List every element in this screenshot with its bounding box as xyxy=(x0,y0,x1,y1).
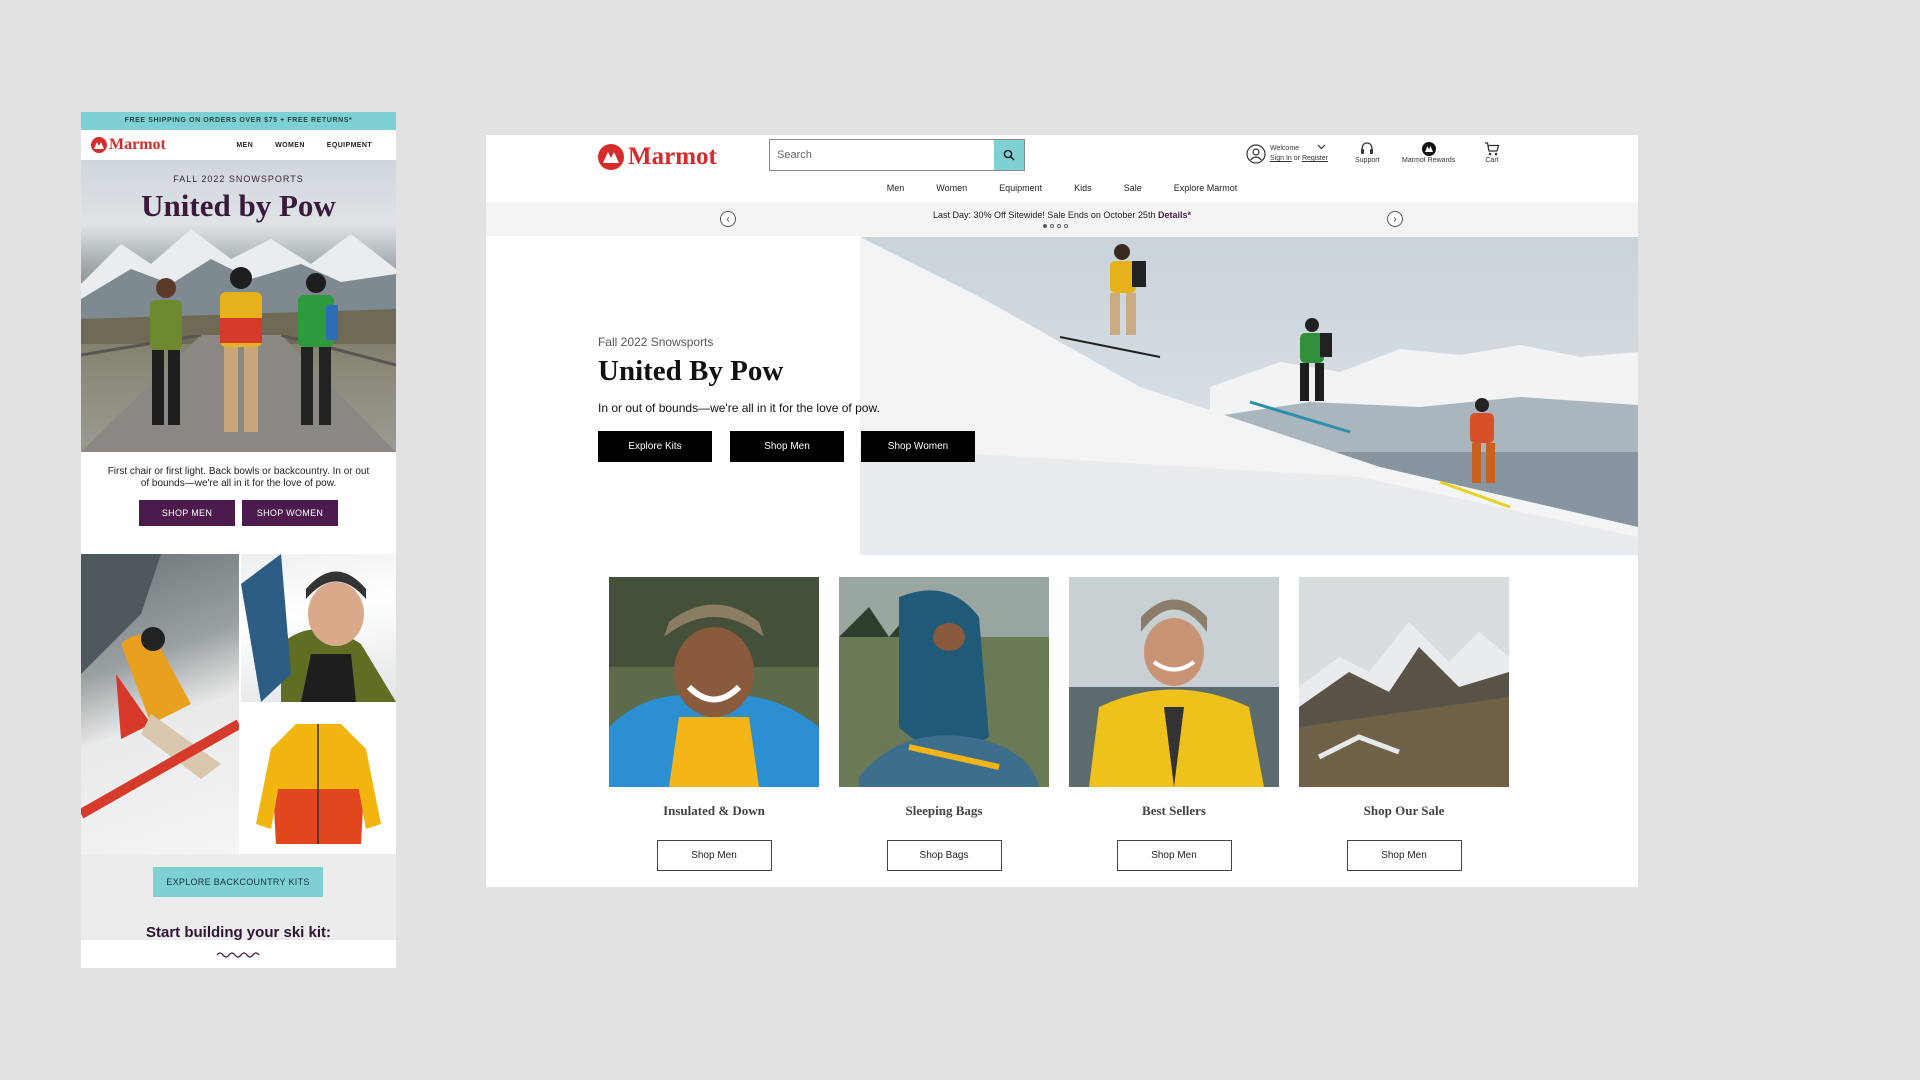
email-hero-title: United by Pow xyxy=(141,188,336,223)
promo-message: Last Day: 30% Off Sitewide! Sale Ends on… xyxy=(932,210,1156,220)
jacket-product-image xyxy=(241,704,396,854)
email-body-copy: First chair or first light. Back bowls o… xyxy=(107,466,370,489)
nav-women[interactable]: Women xyxy=(936,183,967,193)
account-menu[interactable]: Welcome Sign In or Register xyxy=(1246,144,1328,164)
website-preview: Marmot Welcome Sign In or Register xyxy=(486,135,1638,887)
hero-image xyxy=(860,237,1638,555)
account-text: Welcome Sign In or Register xyxy=(1270,144,1328,164)
email-nav: MEN WOMEN EQUIPMENT xyxy=(236,142,372,149)
email-shipping-bar: FREE SHIPPING ON ORDERS OVER $75 + FREE … xyxy=(81,112,396,130)
skier-green-image xyxy=(150,278,182,425)
email-shop-men-button[interactable]: SHOP MEN xyxy=(139,500,235,526)
category-shop-button[interactable]: Shop Men xyxy=(1346,840,1462,871)
promo-next-button[interactable]: › xyxy=(1387,211,1403,227)
insulated-down-image[interactable] xyxy=(609,577,819,787)
email-nav-equipment[interactable]: EQUIPMENT xyxy=(327,142,372,149)
sign-in-link[interactable]: Sign In xyxy=(1270,155,1292,162)
skier-blue-green-image xyxy=(298,273,338,425)
site-main-nav: Men Women Equipment Kids Sale Explore Ma… xyxy=(486,183,1638,193)
squiggle-divider-icon xyxy=(216,952,260,958)
sleeping-bags-image[interactable] xyxy=(839,577,1049,787)
email-nav-women[interactable]: WOMEN xyxy=(275,142,305,149)
email-explore-kits-button[interactable]: EXPLORE BACKCOUNTRY KITS xyxy=(153,867,323,897)
category-shop-button[interactable]: Shop Bags xyxy=(886,840,1002,871)
email-logo[interactable]: Marmot xyxy=(91,136,166,154)
chevron-right-icon: › xyxy=(1393,213,1397,225)
shop-sale-image[interactable] xyxy=(1299,577,1509,787)
user-icon xyxy=(1246,144,1266,164)
email-header: Marmot MEN WOMEN EQUIPMENT xyxy=(81,130,396,160)
category-label: Insulated & Down xyxy=(663,803,765,818)
email-preview: FREE SHIPPING ON ORDERS OVER $75 + FREE … xyxy=(81,112,396,968)
category-card-insulated: Insulated & Down Shop Men xyxy=(609,577,819,871)
promo-dot[interactable] xyxy=(1057,224,1061,228)
cart-link[interactable]: Cart xyxy=(1484,141,1500,164)
promo-details-link[interactable]: Details* xyxy=(1158,210,1191,220)
category-card-best-sellers: Best Sellers Shop Men xyxy=(1069,577,1279,871)
hero-shop-women-button[interactable]: Shop Women xyxy=(861,431,975,462)
site-search xyxy=(769,139,1025,171)
best-sellers-image[interactable] xyxy=(1069,577,1279,787)
category-label: Sleeping Bags xyxy=(905,803,983,818)
email-hero: FALL 2022 SNOWSPORTS United by Pow xyxy=(81,160,396,452)
marmot-logo-icon xyxy=(91,137,107,153)
category-label: Shop Our Sale xyxy=(1363,803,1445,818)
promo-dot[interactable] xyxy=(1043,224,1047,228)
or-label: or xyxy=(1293,155,1300,162)
skier-downhill-image xyxy=(81,554,239,854)
rewards-label: Marmot Rewards xyxy=(1402,157,1456,164)
cart-label: Cart xyxy=(1485,157,1499,164)
nav-men[interactable]: Men xyxy=(887,183,905,193)
headset-icon xyxy=(1361,142,1374,154)
explore-kits-button[interactable]: Explore Kits xyxy=(598,431,712,462)
email-brand-name: Marmot xyxy=(109,136,166,153)
welcome-label: Welcome xyxy=(1270,145,1300,152)
skier-yellow-image xyxy=(220,267,262,432)
email-nav-men[interactable]: MEN xyxy=(236,142,253,149)
email-hero-kicker: FALL 2022 SNOWSPORTS xyxy=(173,174,304,184)
category-shop-button[interactable]: Shop Men xyxy=(1116,840,1232,871)
site-logo[interactable]: Marmot xyxy=(598,143,717,171)
nav-explore-marmot[interactable]: Explore Marmot xyxy=(1174,183,1238,193)
search-icon xyxy=(1003,149,1015,161)
rewards-icon xyxy=(1421,142,1436,156)
nav-sale[interactable]: Sale xyxy=(1124,183,1142,193)
promo-text: Last Day: 30% Off Sitewide! Sale Ends on… xyxy=(486,210,1638,220)
nav-kids[interactable]: Kids xyxy=(1074,183,1092,193)
category-shop-button[interactable]: Shop Men xyxy=(656,840,772,871)
marmot-logo-icon xyxy=(598,144,624,170)
hero-shop-men-button[interactable]: Shop Men xyxy=(730,431,844,462)
email-section-heading: Start building your ski kit: xyxy=(145,924,332,941)
promo-pagination xyxy=(1043,224,1068,228)
hero-subtitle: In or out of bounds—we're all in it for … xyxy=(598,401,880,415)
site-brand-name: Marmot xyxy=(628,143,717,170)
category-card-sleeping-bags: Sleeping Bags Shop Bags xyxy=(839,577,1049,871)
cart-icon xyxy=(1485,142,1500,156)
search-button[interactable] xyxy=(994,140,1024,170)
promo-dot[interactable] xyxy=(1064,224,1068,228)
email-collage xyxy=(81,554,396,854)
support-label: Support xyxy=(1355,157,1380,164)
email-hero-buttons: SHOP MEN SHOP WOMEN xyxy=(81,500,396,526)
hero-kicker: Fall 2022 Snowsports xyxy=(598,335,714,349)
category-card-sale: Shop Our Sale Shop Men xyxy=(1299,577,1509,871)
chevron-down-icon[interactable] xyxy=(1317,144,1326,150)
smiling-skier-image xyxy=(241,554,396,702)
category-label: Best Sellers xyxy=(1142,803,1206,818)
nav-equipment[interactable]: Equipment xyxy=(999,183,1042,193)
promo-dot[interactable] xyxy=(1050,224,1054,228)
register-link[interactable]: Register xyxy=(1302,155,1328,162)
rewards-link[interactable]: Marmot Rewards xyxy=(1402,141,1455,164)
promo-banner: ‹ Last Day: 30% Off Sitewide! Sale Ends … xyxy=(486,202,1638,236)
search-input[interactable] xyxy=(770,140,994,170)
support-link[interactable]: Support xyxy=(1355,141,1380,164)
email-shop-women-button[interactable]: SHOP WOMEN xyxy=(242,500,338,526)
hero-title: United By Pow xyxy=(598,355,784,387)
